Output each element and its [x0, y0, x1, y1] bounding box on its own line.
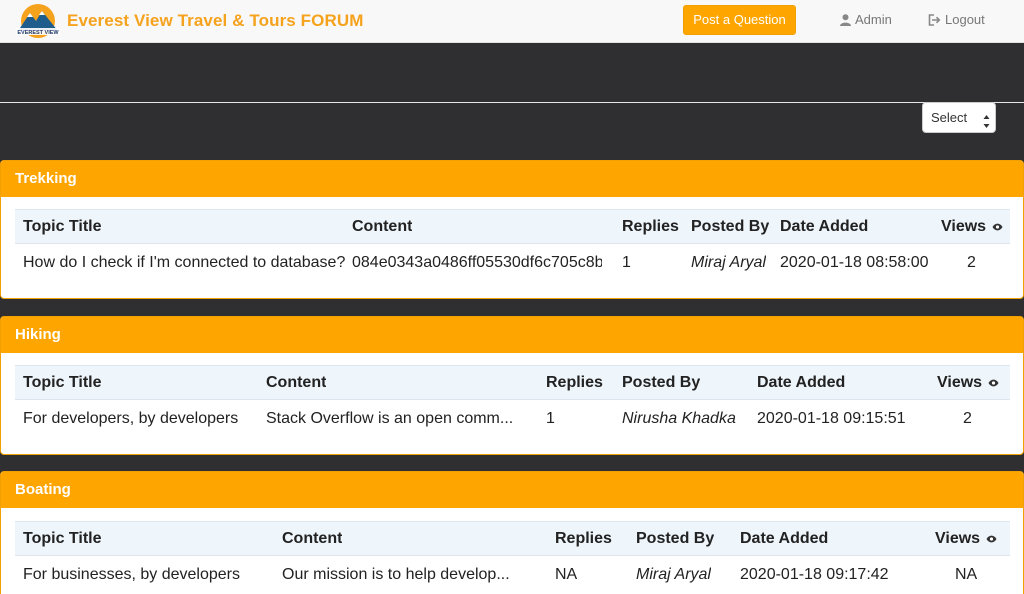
- brand-title[interactable]: Everest View Travel & Tours FORUM: [67, 11, 364, 31]
- svg-text:EVEREST VIEW: EVEREST VIEW: [17, 30, 59, 36]
- table-row[interactable]: For businesses, by developers Our missio…: [15, 557, 1010, 593]
- eye-icon: [992, 218, 1003, 236]
- col-views: Views: [935, 522, 997, 555]
- panel-title: Hiking: [1, 317, 1023, 353]
- logo-icon[interactable]: EVEREST VIEW: [12, 3, 64, 39]
- admin-link[interactable]: Admin: [840, 12, 892, 27]
- logout-link[interactable]: Logout: [928, 12, 985, 27]
- panel-title: Trekking: [1, 161, 1023, 197]
- row-content: Stack Overflow is an open comm...: [266, 410, 514, 427]
- col-replies: Replies: [555, 529, 612, 547]
- col-date: Date Added: [740, 529, 829, 547]
- row-posted-by: Nirusha Khadka: [622, 410, 736, 427]
- row-views: 2: [967, 254, 976, 271]
- table-row[interactable]: For developers, by developers Stack Over…: [15, 401, 1010, 437]
- admin-label: Admin: [855, 12, 892, 27]
- col-content: Content: [266, 373, 327, 391]
- row-date: 2020-01-18 09:15:51: [757, 410, 906, 427]
- logout-icon: [928, 13, 941, 26]
- col-views: Views: [941, 210, 1003, 243]
- select-value: Select: [931, 110, 968, 125]
- category-panel-trekking: Trekking Topic Title Content Replies Pos…: [0, 160, 1024, 299]
- col-posted-by: Posted By: [636, 529, 715, 547]
- table-row[interactable]: How do I check if I'm connected to datab…: [15, 245, 1010, 281]
- post-question-button[interactable]: Post a Question: [683, 5, 796, 35]
- row-content: Our mission is to help develop...: [282, 566, 510, 583]
- col-views-label: Views: [941, 217, 987, 235]
- col-replies: Replies: [546, 373, 603, 391]
- col-content: Content: [282, 529, 343, 547]
- row-date: 2020-01-18 09:17:42: [740, 566, 889, 583]
- row-views: NA: [955, 566, 978, 583]
- row-views: 2: [963, 410, 972, 427]
- col-title: Topic Title: [23, 529, 102, 547]
- row-replies: NA: [555, 566, 578, 583]
- eye-icon: [986, 530, 997, 548]
- col-posted-by: Posted By: [622, 373, 701, 391]
- category-select[interactable]: Select: [922, 102, 996, 133]
- col-date: Date Added: [780, 217, 869, 235]
- row-posted-by: Miraj Aryal: [636, 566, 711, 583]
- user-icon: [840, 13, 851, 26]
- section-divider: [0, 102, 1024, 103]
- col-views-label: Views: [937, 373, 983, 391]
- panel-title: Boating: [1, 472, 1023, 508]
- category-panel-boating: Boating Topic Title Content Replies Post…: [0, 471, 1024, 594]
- col-posted-by: Posted By: [691, 217, 770, 235]
- col-views: Views: [937, 366, 999, 399]
- row-date: 2020-01-18 08:58:00: [780, 254, 929, 271]
- select-arrows-icon: [983, 110, 990, 128]
- logout-label: Logout: [945, 12, 985, 27]
- col-replies: Replies: [622, 217, 679, 235]
- col-title: Topic Title: [23, 373, 102, 391]
- table-header: Topic Title Content Replies Posted By Da…: [15, 521, 1010, 556]
- row-title[interactable]: For businesses, by developers: [23, 557, 240, 593]
- col-content: Content: [352, 217, 413, 235]
- category-panel-hiking: Hiking Topic Title Content Replies Poste…: [0, 316, 1024, 455]
- row-title[interactable]: For developers, by developers: [23, 401, 238, 437]
- col-title: Topic Title: [23, 217, 102, 235]
- row-replies: 1: [546, 410, 555, 427]
- col-views-label: Views: [935, 529, 981, 547]
- row-title[interactable]: How do I check if I'm connected to datab…: [23, 245, 345, 281]
- row-posted-by: Miraj Aryal: [691, 254, 766, 271]
- navbar: EVEREST VIEW Everest View Travel & Tours…: [0, 0, 1024, 43]
- col-date: Date Added: [757, 373, 846, 391]
- row-replies: 1: [622, 254, 631, 271]
- eye-icon: [988, 374, 999, 392]
- row-content: 084e0343a0486ff05530df6c705c8b...: [352, 254, 602, 271]
- table-header: Topic Title Content Replies Posted By Da…: [15, 209, 1010, 244]
- table-header: Topic Title Content Replies Posted By Da…: [15, 365, 1010, 400]
